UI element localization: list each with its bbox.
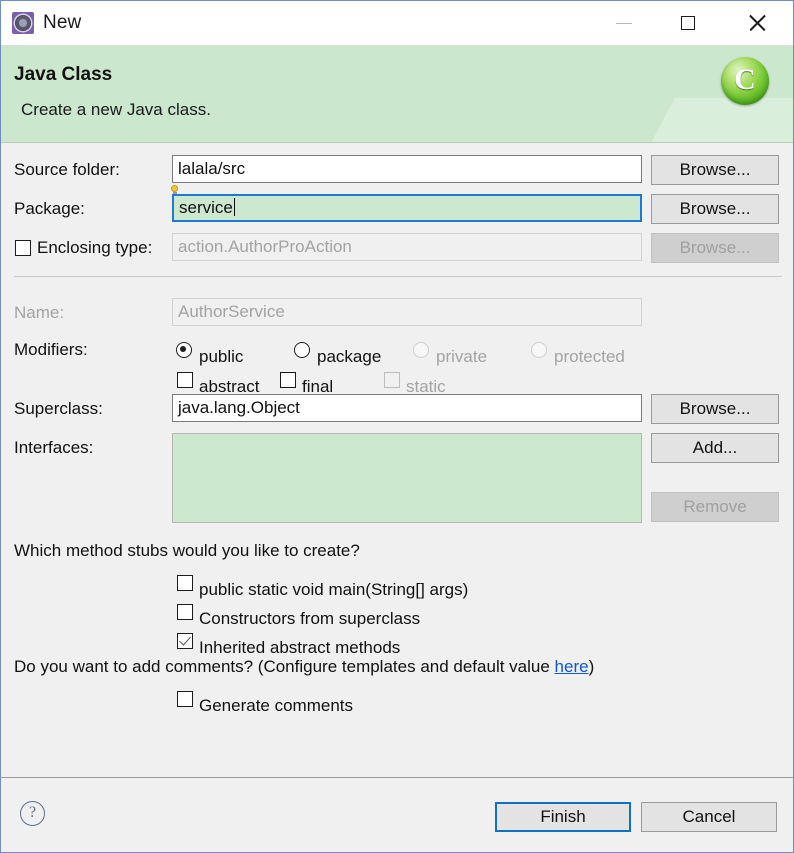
interfaces-remove-button: Remove <box>651 492 779 522</box>
name-label: Name: <box>14 303 65 322</box>
enclosing-type-checkbox[interactable] <box>15 240 31 256</box>
name-input: AuthorService <box>172 298 642 326</box>
modifier-label-protected: protected <box>554 347 625 366</box>
superclass-row: Superclass: java.lang.Object Browse... <box>1 394 793 424</box>
stub-label-inherited: Inherited abstract methods <box>199 638 401 657</box>
close-button[interactable] <box>721 1 793 45</box>
help-icon[interactable]: ? <box>20 801 45 826</box>
minimize-icon <box>616 22 632 24</box>
modifiers-label: Modifiers: <box>14 340 88 359</box>
banner-subtitle: Create a new Java class. <box>21 100 211 119</box>
window-title: New <box>43 12 82 33</box>
stub-option-constructors-row: Constructors from superclass <box>1 597 793 628</box>
window-controls <box>593 1 793 45</box>
banner-title: Java Class <box>14 64 113 85</box>
modifier-checkbox-final[interactable] <box>280 372 296 388</box>
interfaces-add-button[interactable]: Add... <box>651 433 779 463</box>
minimize-button[interactable] <box>593 1 655 45</box>
superclass-browse-button[interactable]: Browse... <box>651 394 779 424</box>
java-class-icon: C <box>721 57 769 105</box>
source-folder-browse-button[interactable]: Browse... <box>651 155 779 185</box>
modifier-radio-private <box>413 342 429 358</box>
interfaces-row: Interfaces: Add... Remove <box>1 433 793 528</box>
modifier-checkbox-static <box>384 372 400 388</box>
modifier-label-final: final <box>302 377 334 396</box>
stub-option-inherited-row: Inherited abstract methods <box>1 626 793 657</box>
modifiers-checkbox-row: abstract final static <box>1 365 793 396</box>
package-row: Package: service Browse... <box>1 185 793 224</box>
modifier-radio-package[interactable] <box>294 342 310 358</box>
generate-comments-row: Generate comments <box>1 684 793 715</box>
method-stubs-question: Which method stubs would you like to cre… <box>14 541 360 560</box>
package-label: Package: <box>14 199 85 218</box>
modifier-label-abstract: abstract <box>199 377 260 396</box>
generate-comments-label: Generate comments <box>199 696 354 715</box>
form-area: Source folder: lalala/src Browse... Pack… <box>1 143 793 780</box>
stub-checkbox-main[interactable] <box>177 575 193 591</box>
modifiers-row: Modifiers: public package private protec… <box>1 335 793 366</box>
source-folder-row: Source folder: lalala/src Browse... <box>1 155 793 185</box>
eclipse-wizard-icon <box>12 12 34 34</box>
package-browse-button[interactable]: Browse... <box>651 194 779 224</box>
title-bar: New <box>1 1 793 46</box>
comments-question: Do you want to add comments? (Configure … <box>14 657 594 677</box>
maximize-button[interactable] <box>655 1 721 45</box>
superclass-label: Superclass: <box>14 399 103 418</box>
generate-comments-checkbox[interactable] <box>177 691 193 707</box>
dialog-footer: ? Finish Cancel <box>1 777 793 852</box>
stub-label-main: public static void main(String[] args) <box>199 580 469 599</box>
source-folder-label: Source folder: <box>14 160 120 179</box>
modifier-radio-public[interactable] <box>176 342 192 358</box>
stub-checkbox-constructors[interactable] <box>177 604 193 620</box>
maximize-icon <box>681 16 695 30</box>
cancel-button[interactable]: Cancel <box>641 802 777 832</box>
package-input[interactable]: service <box>172 194 642 222</box>
new-java-class-dialog: New Java Class Create a new Java class. … <box>0 0 794 853</box>
comments-question-prefix: Do you want to add comments? (Configure … <box>14 657 555 676</box>
stub-checkbox-inherited[interactable] <box>177 633 193 649</box>
enclosing-type-browse-button: Browse... <box>651 233 779 263</box>
banner-sheen <box>643 98 793 142</box>
stub-label-constructors: Constructors from superclass <box>199 609 421 628</box>
modifier-label-static: static <box>406 377 446 396</box>
modifier-label-public: public <box>199 347 244 366</box>
configure-templates-link[interactable]: here <box>555 657 589 676</box>
modifier-radio-protected <box>531 342 547 358</box>
enclosing-type-row: Enclosing type: action.AuthorProAction B… <box>1 233 793 263</box>
package-input-value: service <box>179 198 233 217</box>
source-folder-input[interactable]: lalala/src <box>172 155 642 183</box>
close-icon <box>748 14 766 32</box>
comments-question-suffix: ) <box>588 657 595 676</box>
text-caret <box>233 198 235 216</box>
section-divider <box>14 276 782 277</box>
modifier-label-private: private <box>436 347 488 366</box>
wizard-banner: Java Class Create a new Java class. C <box>1 46 793 143</box>
modifier-checkbox-abstract[interactable] <box>177 372 193 388</box>
finish-button[interactable]: Finish <box>495 802 631 832</box>
superclass-input[interactable]: java.lang.Object <box>172 394 642 422</box>
interfaces-label: Interfaces: <box>14 438 94 457</box>
interfaces-list[interactable] <box>172 433 642 523</box>
enclosing-type-input: action.AuthorProAction <box>172 233 642 261</box>
name-row: Name: AuthorService <box>1 298 793 328</box>
stub-option-main-row: public static void main(String[] args) <box>1 568 793 599</box>
modifier-label-package: package <box>317 347 382 366</box>
enclosing-type-label: Enclosing type: <box>37 238 153 257</box>
java-class-icon-letter: C <box>734 63 756 96</box>
